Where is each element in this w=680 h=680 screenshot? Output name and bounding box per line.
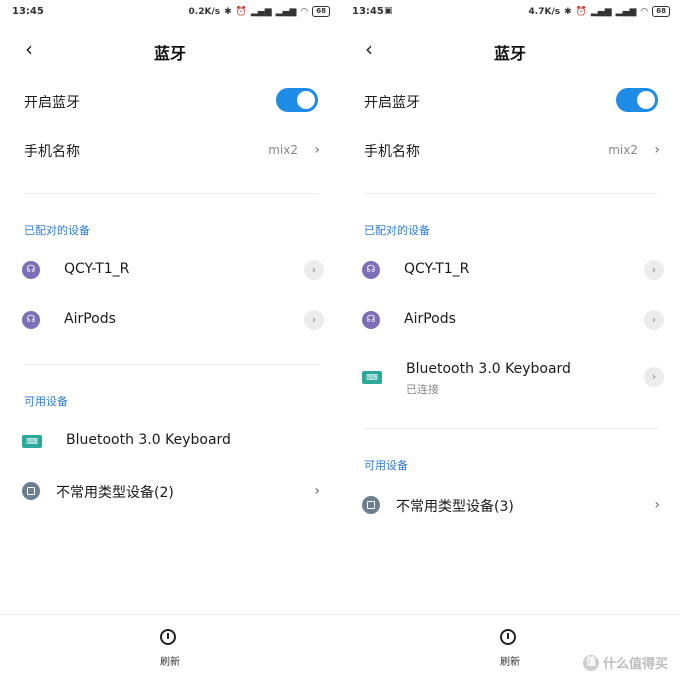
device-name: Bluetooth 3.0 Keyboard	[406, 361, 571, 377]
status-bar: 13:45 ▣ 4.7K/s ✱ ⏰ ▂▄▆ ▂▄▆ ◠ 68	[340, 0, 680, 24]
status-icons: 0.2K/s ✱ ⏰ ▂▄▆ ▂▄▆ ◠ 68	[189, 6, 330, 17]
headset-icon: ☊	[362, 261, 380, 279]
device-details-button[interactable]: ›	[304, 310, 324, 330]
watermark-logo-icon: 值	[582, 654, 599, 671]
chevron-right-icon: ›	[314, 483, 320, 499]
refresh-icon	[160, 629, 176, 645]
toggle-knob	[637, 91, 655, 109]
signal-icon-2: ▂▄▆	[275, 6, 297, 17]
device-name: Bluetooth 3.0 Keyboard	[66, 432, 231, 448]
bluetooth-toggle-label: 开启蓝牙	[24, 95, 80, 111]
paired-device-item[interactable]: ☊ AirPods ›	[340, 300, 680, 340]
status-time: 13:45	[352, 6, 384, 17]
status-bar: 13:45 0.2K/s ✱ ⏰ ▂▄▆ ▂▄▆ ◠ 68	[0, 0, 340, 24]
device-icon	[362, 496, 380, 514]
refresh-label: 刷新	[160, 657, 180, 668]
divider	[24, 193, 318, 194]
battery-icon: 68	[652, 6, 670, 17]
notification-icon: ▣	[384, 6, 393, 16]
status-time: 13:45	[12, 6, 44, 17]
available-device-item[interactable]: ⌨ Bluetooth 3.0 Keyboard	[0, 421, 340, 461]
phone-name-value: mix2	[608, 143, 638, 157]
device-name: 不常用类型设备(3)	[396, 499, 514, 515]
bluetooth-status-icon: ✱	[564, 6, 572, 17]
alarm-icon: ⏰	[575, 6, 587, 17]
status-icons: 4.7K/s ✱ ⏰ ▂▄▆ ▂▄▆ ◠ 68	[529, 6, 670, 17]
device-icon	[22, 482, 40, 500]
bluetooth-toggle-row[interactable]: 开启蓝牙	[340, 88, 680, 114]
net-speed: 0.2K/s	[188, 6, 221, 17]
alarm-icon: ⏰	[235, 6, 247, 17]
device-name: 不常用类型设备(2)	[56, 485, 174, 501]
device-details-button[interactable]: ›	[644, 310, 664, 330]
toggle-knob	[297, 91, 315, 109]
bluetooth-toggle[interactable]	[276, 88, 318, 112]
divider	[364, 193, 658, 194]
available-section-title: 可用设备	[364, 459, 408, 472]
headset-icon: ☊	[22, 311, 40, 329]
bluetooth-screen-right: 13:45 ▣ 4.7K/s ✱ ⏰ ▂▄▆ ▂▄▆ ◠ 68 ‹ 蓝牙 开启蓝…	[340, 0, 680, 680]
page-title: 蓝牙	[493, 44, 526, 63]
page-title: 蓝牙	[153, 44, 186, 63]
available-device-item[interactable]: 不常用类型设备(2) ›	[0, 471, 340, 511]
divider	[24, 364, 318, 365]
bluetooth-toggle-row[interactable]: 开启蓝牙	[0, 88, 340, 114]
watermark-text: 什么值得买	[602, 657, 668, 672]
paired-device-item[interactable]: ☊ AirPods ›	[0, 300, 340, 340]
device-name: QCY-T1_R	[404, 261, 470, 277]
device-details-button[interactable]: ›	[644, 260, 664, 280]
paired-section-title: 已配对的设备	[364, 224, 430, 237]
wifi-icon: ◠	[640, 6, 649, 17]
wifi-icon: ◠	[300, 6, 309, 17]
refresh-icon	[500, 629, 516, 645]
net-speed: 4.7K/s	[528, 6, 561, 17]
phone-name-value: mix2	[268, 143, 298, 157]
phone-name-label: 手机名称	[24, 144, 80, 160]
bottom-bar: 刷新	[0, 614, 340, 680]
headset-icon: ☊	[362, 311, 380, 329]
paired-device-item[interactable]: ☊ QCY-T1_R ›	[0, 250, 340, 290]
device-status: 已连接	[406, 383, 439, 396]
device-name: AirPods	[64, 311, 116, 327]
chevron-right-icon: ›	[654, 497, 660, 513]
paired-device-item[interactable]: ⌨ Bluetooth 3.0 Keyboard 已连接 ›	[340, 355, 680, 401]
keyboard-icon: ⌨	[362, 371, 382, 384]
available-section-title: 可用设备	[24, 395, 68, 408]
headset-icon: ☊	[22, 261, 40, 279]
bluetooth-toggle[interactable]	[616, 88, 658, 112]
battery-icon: 68	[312, 6, 330, 17]
chevron-right-icon: ›	[654, 142, 660, 158]
header: ‹ 蓝牙	[340, 30, 680, 70]
signal-icon-2: ▂▄▆	[615, 6, 637, 17]
divider	[364, 428, 658, 429]
bluetooth-status-icon: ✱	[224, 6, 232, 17]
chevron-right-icon: ›	[314, 142, 320, 158]
bluetooth-screen-left: 13:45 0.2K/s ✱ ⏰ ▂▄▆ ▂▄▆ ◠ 68 ‹ 蓝牙 开启蓝牙 …	[0, 0, 340, 680]
phone-name-row[interactable]: 手机名称 mix2 ›	[340, 141, 680, 161]
signal-icon: ▂▄▆	[250, 6, 272, 17]
device-details-button[interactable]: ›	[304, 260, 324, 280]
phone-name-label: 手机名称	[364, 144, 420, 160]
watermark: 值 什么值得买	[582, 653, 668, 672]
available-device-item[interactable]: 不常用类型设备(3) ›	[340, 485, 680, 525]
paired-device-item[interactable]: ☊ QCY-T1_R ›	[340, 250, 680, 290]
signal-icon: ▂▄▆	[590, 6, 612, 17]
paired-section-title: 已配对的设备	[24, 224, 90, 237]
phone-name-row[interactable]: 手机名称 mix2 ›	[0, 141, 340, 161]
device-details-button[interactable]: ›	[644, 367, 664, 387]
header: ‹ 蓝牙	[0, 30, 340, 70]
keyboard-icon: ⌨	[22, 435, 42, 448]
device-name: AirPods	[404, 311, 456, 327]
bluetooth-toggle-label: 开启蓝牙	[364, 95, 420, 111]
device-name: QCY-T1_R	[64, 261, 130, 277]
